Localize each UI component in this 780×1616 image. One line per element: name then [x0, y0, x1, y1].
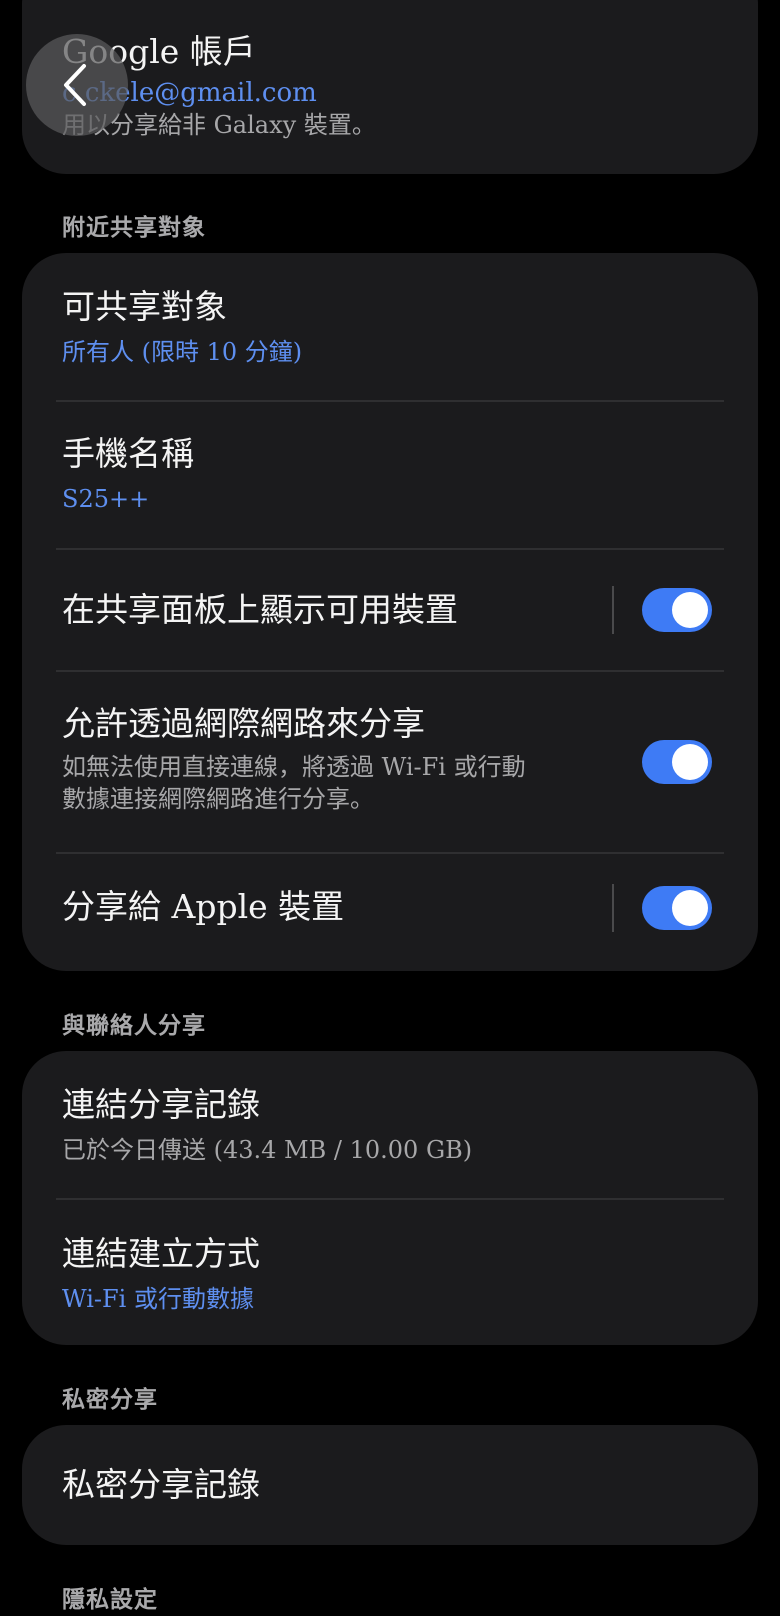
who-can-share-title: 可共享對象	[62, 287, 227, 326]
share-via-internet-toggle[interactable]	[642, 740, 712, 784]
link-history-value: 已於今日傳送 (43.4 MB / 10.00 GB)	[62, 1136, 473, 1164]
show-on-panel-title: 在共享面板上顯示可用裝置	[62, 590, 458, 629]
share-via-internet-desc-2: 數據連接網際網路進行分享。	[62, 785, 374, 813]
toggle-knob	[672, 744, 708, 780]
link-history-title: 連結分享記錄	[62, 1085, 260, 1124]
row-separator	[612, 586, 614, 634]
share-via-internet-row[interactable]: 允許透過網際網路來分享 如無法使用直接連線，將透過 Wi-Fi 或行動 數據連接…	[22, 672, 758, 852]
private-card: 私密分享記錄	[22, 1425, 758, 1545]
phone-name-row[interactable]: 手機名稱 S25++	[22, 402, 758, 548]
private-history-row[interactable]: 私密分享記錄	[22, 1425, 758, 1545]
link-method-value: Wi-Fi 或行動數據	[62, 1285, 254, 1313]
share-via-internet-title: 允許透過網際網路來分享	[62, 704, 425, 743]
link-history-row[interactable]: 連結分享記錄 已於今日傳送 (43.4 MB / 10.00 GB)	[22, 1051, 758, 1199]
phone-name-value: S25++	[62, 485, 150, 513]
share-via-internet-desc-1: 如無法使用直接連線，將透過 Wi-Fi 或行動	[62, 753, 526, 781]
private-history-title: 私密分享記錄	[62, 1465, 260, 1504]
show-on-panel-toggle[interactable]	[642, 588, 712, 632]
link-method-row[interactable]: 連結建立方式 Wi-Fi 或行動數據	[22, 1200, 758, 1345]
share-to-apple-row[interactable]: 分享給 Apple 裝置	[22, 854, 758, 971]
toggle-knob	[672, 890, 708, 926]
back-button[interactable]	[26, 34, 128, 136]
google-account-card[interactable]: Google 帳戶 c.ckele@gmail.com 用以分享給非 Galax…	[22, 0, 758, 174]
section-label-nearby: 附近共享對象	[62, 214, 206, 241]
phone-name-title: 手機名稱	[62, 434, 194, 473]
chevron-left-icon	[64, 64, 86, 106]
section-label-privacy: 隱私設定	[62, 1586, 158, 1613]
show-on-panel-row[interactable]: 在共享面板上顯示可用裝置	[22, 550, 758, 670]
share-to-apple-toggle[interactable]	[642, 886, 712, 930]
section-label-private: 私密分享	[62, 1386, 158, 1413]
contacts-card: 連結分享記錄 已於今日傳送 (43.4 MB / 10.00 GB) 連結建立方…	[22, 1051, 758, 1345]
nearby-card: 可共享對象 所有人 (限時 10 分鐘) 手機名稱 S25++ 在共享面板上顯示…	[22, 253, 758, 971]
row-separator	[612, 884, 614, 932]
share-to-apple-title: 分享給 Apple 裝置	[62, 887, 345, 926]
toggle-knob	[672, 592, 708, 628]
link-method-title: 連結建立方式	[62, 1234, 260, 1273]
who-can-share-row[interactable]: 可共享對象 所有人 (限時 10 分鐘)	[22, 253, 758, 401]
section-label-contacts: 與聯絡人分享	[62, 1012, 206, 1039]
who-can-share-value: 所有人 (限時 10 分鐘)	[62, 338, 303, 366]
